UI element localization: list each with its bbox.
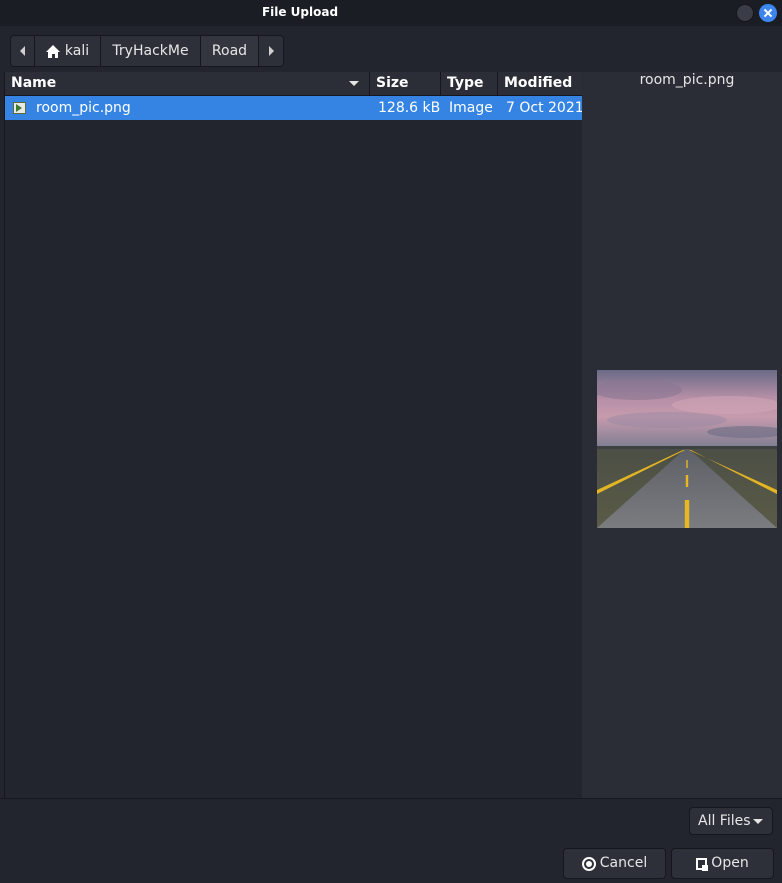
arrow-right-icon: [268, 46, 274, 56]
arrow-left-icon: [20, 46, 25, 56]
preview-pane: room_pic.png: [582, 72, 782, 798]
image-file-icon: [13, 102, 26, 114]
file-size: 128.6 kB: [378, 100, 441, 116]
path-bar: kali TryHackMe Road: [0, 26, 782, 72]
column-label-modified: Modified: [504, 75, 573, 91]
column-label-type: Type: [447, 75, 484, 91]
dialog-footer: All Files Cancel Open: [0, 798, 782, 883]
title-bar: File Upload: [0, 0, 782, 26]
column-header-type[interactable]: Type: [441, 72, 498, 95]
file-filter-value: All Files: [698, 813, 751, 829]
column-header-modified[interactable]: Modified: [498, 72, 583, 95]
path-back-button[interactable]: [11, 36, 35, 66]
chevron-down-icon: [753, 819, 763, 824]
close-button[interactable]: [759, 4, 777, 22]
open-button-label: Open: [711, 855, 749, 871]
column-label-size: Size: [376, 75, 409, 91]
cancel-button-label: Cancel: [599, 855, 648, 871]
path-forward-button[interactable]: [259, 36, 283, 66]
home-icon: [45, 44, 60, 58]
file-list[interactable]: Name Size Type Modified room_pic.png 128…: [4, 72, 583, 798]
preview-thumbnail: [597, 370, 777, 528]
breadcrumb-label-road: Road: [211, 43, 248, 59]
file-filter-dropdown[interactable]: All Files: [689, 807, 773, 835]
open-button[interactable]: Open: [671, 848, 774, 879]
file-row[interactable]: room_pic.png 128.6 kB Image 7 Oct 2021: [5, 96, 583, 120]
file-name: room_pic.png: [36, 100, 131, 116]
sort-descending-icon: [349, 81, 359, 86]
column-header-size[interactable]: Size: [370, 72, 441, 95]
file-modified: 7 Oct 2021: [506, 100, 583, 116]
column-header-name[interactable]: Name: [5, 72, 370, 95]
window-title: File Upload: [261, 5, 339, 19]
file-name-cell: room_pic.png: [5, 96, 370, 120]
breadcrumb-label-home: kali: [64, 43, 90, 59]
column-label-name: Name: [11, 75, 57, 91]
file-type: Image: [449, 100, 493, 116]
breadcrumb-home[interactable]: kali: [35, 36, 101, 66]
cancel-button[interactable]: Cancel: [563, 848, 666, 879]
open-icon: [696, 857, 709, 871]
breadcrumb-tryhackme[interactable]: TryHackMe: [101, 36, 201, 66]
breadcrumb: kali TryHackMe Road: [10, 35, 284, 67]
preview-filename: room_pic.png: [639, 72, 735, 88]
minimize-button[interactable]: [736, 4, 754, 22]
breadcrumb-label-tryhackme: TryHackMe: [112, 43, 189, 59]
breadcrumb-road[interactable]: Road: [201, 36, 259, 66]
file-list-header: Name Size Type Modified: [5, 72, 583, 96]
cancel-icon: [581, 856, 596, 871]
road-image: [597, 370, 777, 528]
